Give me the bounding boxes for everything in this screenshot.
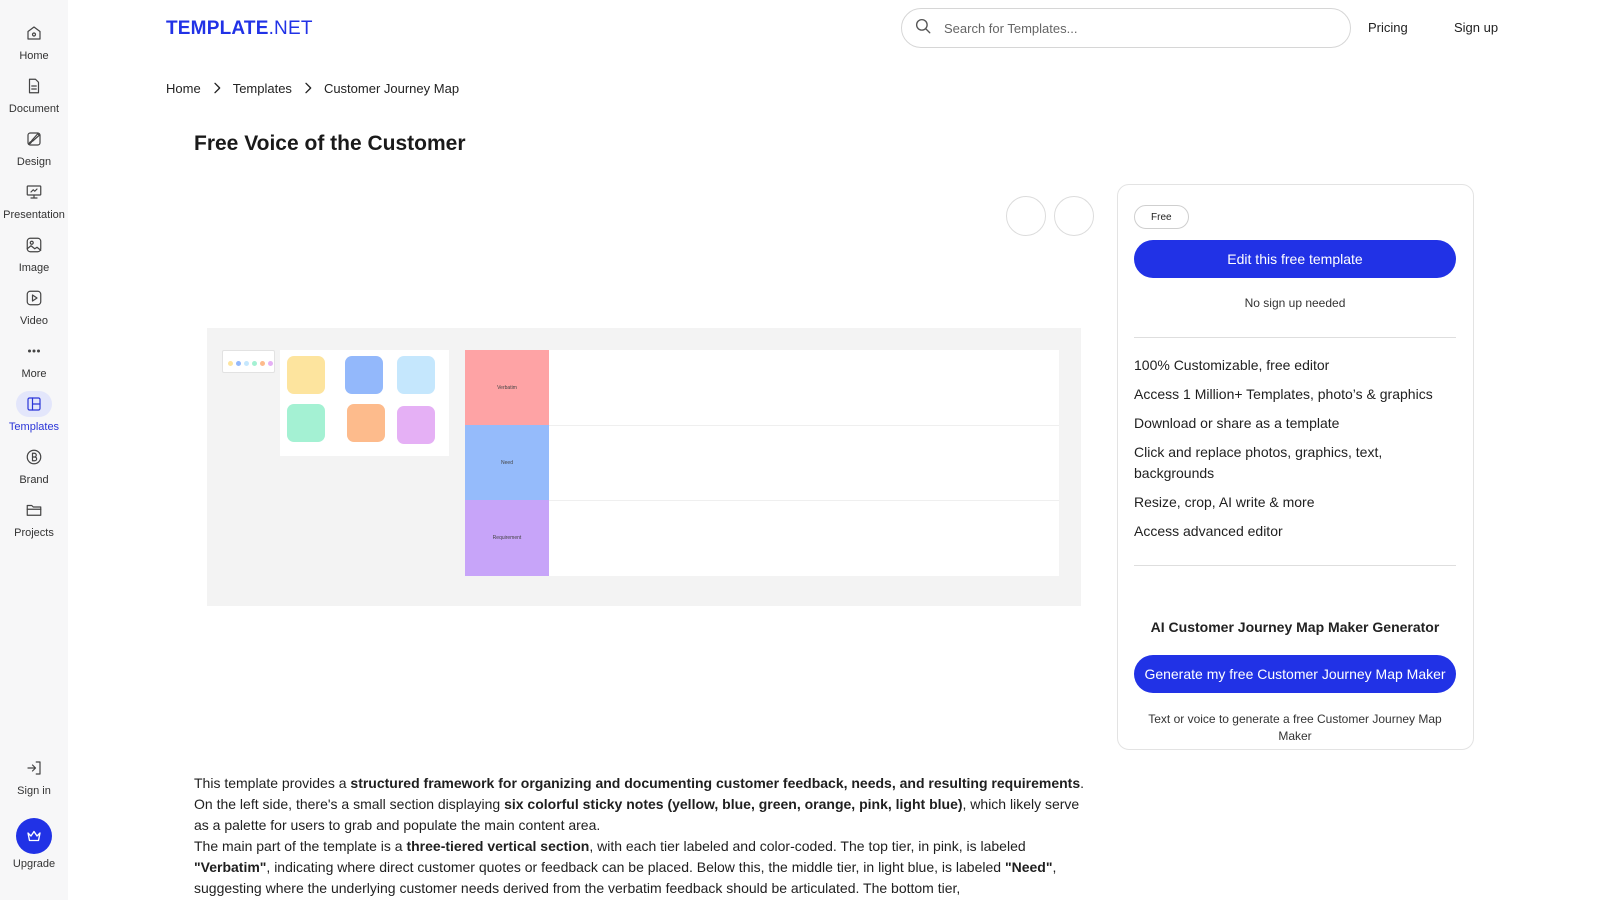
- search-bar: [901, 8, 1351, 48]
- image-icon: [16, 232, 52, 258]
- breadcrumb: Home Templates Customer Journey Map: [166, 80, 459, 96]
- page-title: Free Voice of the Customer: [194, 132, 466, 155]
- mini-dot: [260, 361, 265, 366]
- sidebar-item-label: Design: [16, 156, 52, 168]
- edit-template-button[interactable]: Edit this free template: [1134, 240, 1456, 278]
- sidebar-item-templates[interactable]: Templates: [0, 391, 68, 433]
- folder-icon: [16, 497, 52, 523]
- favorite-button[interactable]: [1006, 196, 1046, 236]
- sidebar-item-label: Document: [8, 103, 60, 115]
- mini-dot: [228, 361, 233, 366]
- site-logo[interactable]: TEMPLATE.NET: [166, 18, 313, 40]
- sticky-note: [347, 404, 385, 442]
- template-description: This template provides a structured fram…: [194, 773, 1089, 899]
- sticky-note: [287, 356, 325, 394]
- description-paragraph: The main part of the template is a three…: [194, 838, 1057, 896]
- tier-need: Need: [465, 425, 549, 500]
- feature-item: Click and replace photos, graphics, text…: [1134, 444, 1383, 481]
- sidebar-item-label: More: [21, 368, 47, 380]
- sidebar-item-home[interactable]: Home: [0, 20, 68, 62]
- board-divider: [549, 425, 1059, 426]
- no-signup-note: No sign up needed: [1244, 296, 1346, 310]
- divider: [1134, 337, 1456, 338]
- sidebar-item-presentation[interactable]: Presentation: [0, 179, 68, 221]
- sticky-note: [345, 356, 383, 394]
- sidebar-item-more[interactable]: More: [0, 338, 68, 380]
- tier-board: Verbatim Need Requirement: [465, 350, 1059, 576]
- sidebar-item-label: Projects: [14, 527, 54, 539]
- search-icon: [914, 17, 932, 40]
- sidebar-item-brand[interactable]: Brand: [0, 444, 68, 486]
- description-paragraph: This template provides a structured fram…: [194, 775, 1084, 833]
- brand-icon: [16, 444, 52, 470]
- upgrade-button[interactable]: Upgrade: [0, 818, 68, 870]
- sidebar-item-projects[interactable]: Projects: [0, 497, 68, 539]
- sidebar-item-label: Video: [20, 315, 48, 327]
- document-icon: [16, 73, 52, 99]
- sidebar-item-video[interactable]: Video: [0, 285, 68, 327]
- sidebar: Home Document Design Presentation Image …: [0, 0, 68, 900]
- feature-item: Download or share as a template: [1134, 415, 1340, 431]
- sticky-note: [397, 406, 435, 444]
- divider: [1134, 565, 1456, 566]
- mini-dot: [252, 361, 257, 366]
- sidebar-item-label: Templates: [8, 421, 60, 433]
- crown-icon: [16, 818, 52, 854]
- sidebar-item-label: Image: [18, 262, 50, 274]
- sidebar-item-label: Brand: [19, 474, 49, 486]
- breadcrumb-current[interactable]: Customer Journey Map: [324, 81, 459, 96]
- sidebar-item-document[interactable]: Document: [0, 73, 68, 115]
- generate-note: Text or voice to generate a free Custome…: [1148, 712, 1442, 743]
- generator-title: AI Customer Journey Map Maker Generator: [1150, 619, 1440, 635]
- sticky-note: [287, 404, 325, 442]
- sidebar-item-design[interactable]: Design: [0, 126, 68, 168]
- feature-item: Access 1 Million+ Templates, photo’s & g…: [1134, 386, 1433, 402]
- feature-item: Resize, crop, AI write & more: [1134, 494, 1315, 510]
- templates-icon: [16, 391, 52, 417]
- chevron-right-icon: [209, 80, 225, 96]
- mini-dot: [244, 361, 249, 366]
- template-preview[interactable]: Verbatim Need Requirement: [207, 328, 1081, 606]
- generate-button[interactable]: Generate my free Customer Journey Map Ma…: [1134, 655, 1456, 693]
- sticky-note: [397, 356, 435, 394]
- home-icon: [16, 20, 52, 46]
- video-icon: [16, 285, 52, 311]
- mini-dot: [236, 361, 241, 366]
- pricing-link[interactable]: Pricing: [1368, 20, 1408, 35]
- free-badge: Free: [1134, 205, 1189, 229]
- board-divider: [549, 500, 1059, 501]
- sidebar-item-label: Presentation: [3, 209, 65, 221]
- design-icon: [16, 126, 52, 152]
- sign-in-icon: [16, 755, 52, 781]
- presentation-icon: [16, 179, 52, 205]
- chevron-right-icon: [300, 80, 316, 96]
- breadcrumb-home[interactable]: Home: [166, 81, 201, 96]
- sign-in-label: Sign in: [17, 785, 51, 797]
- feature-item: Access advanced editor: [1134, 523, 1283, 539]
- search-input[interactable]: [944, 20, 1324, 36]
- mini-dot: [268, 361, 273, 366]
- sticky-note-palette: [280, 350, 449, 456]
- upgrade-label: Upgrade: [12, 858, 56, 870]
- feature-list: 100% Customizable, free editor Access 1 …: [1134, 355, 1464, 550]
- tier-requirement: Requirement: [465, 500, 549, 576]
- mini-toolbar: [222, 350, 275, 373]
- breadcrumb-templates[interactable]: Templates: [233, 81, 292, 96]
- sign-up-link[interactable]: Sign up: [1454, 20, 1498, 35]
- sidebar-item-label: Home: [19, 50, 49, 62]
- more-icon: [16, 338, 52, 364]
- tier-verbatim: Verbatim: [465, 350, 549, 425]
- sign-in-button[interactable]: Sign in: [0, 755, 68, 797]
- feature-item: 100% Customizable, free editor: [1134, 357, 1330, 373]
- share-button[interactable]: [1054, 196, 1094, 236]
- sidebar-item-image[interactable]: Image: [0, 232, 68, 274]
- template-card: Free Edit this free template No sign up …: [1117, 184, 1474, 750]
